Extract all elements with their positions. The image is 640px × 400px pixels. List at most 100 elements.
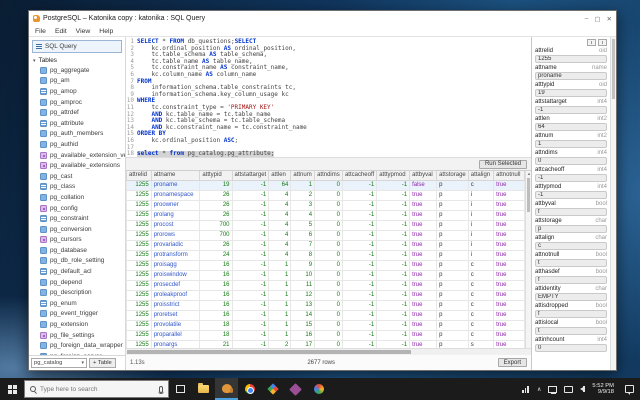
- field-value[interactable]: -1: [535, 106, 607, 114]
- sidebar-item-table[interactable]: pg_attrdef: [40, 107, 125, 118]
- file-explorer-button[interactable]: [192, 378, 215, 400]
- menu-item[interactable]: File: [35, 28, 46, 35]
- sidebar-item-table[interactable]: pg_available_extension_versions: [40, 150, 125, 161]
- field-value[interactable]: proname: [535, 72, 607, 80]
- minimize-button[interactable]: –: [585, 15, 589, 23]
- table-row[interactable]: 1255 protransform 24 -1 4 8 0 -1 -1 true…: [126, 250, 525, 261]
- column-header[interactable]: atttypmod: [376, 171, 411, 181]
- taskbar-search[interactable]: [24, 380, 169, 398]
- field-value[interactable]: -1: [535, 174, 607, 182]
- column-header[interactable]: attnotnull: [493, 171, 525, 181]
- column-header[interactable]: attrelid: [126, 171, 152, 181]
- table-row[interactable]: 1255 proretset 16 -1 1 14 0 -1 -1 true p…: [126, 310, 525, 321]
- table-row[interactable]: 1255 proleakproof 16 -1 1 12 0 -1 -1 tru…: [126, 290, 525, 301]
- sidebar-item-table[interactable]: pg_constraint: [40, 213, 125, 224]
- app-diamond-button[interactable]: [261, 378, 284, 400]
- field-value[interactable]: p: [535, 225, 607, 233]
- chrome-button[interactable]: [238, 378, 261, 400]
- table-row[interactable]: 1255 proiswindow 16 -1 1 10 0 -1 -1 true…: [126, 270, 525, 281]
- table-row[interactable]: 1255 prorows 700 -1 4 6 0 -1 -1 true p i…: [126, 230, 525, 241]
- field-value[interactable]: t: [535, 327, 607, 335]
- scroll-up-arrow[interactable]: ▲: [526, 171, 532, 176]
- column-header[interactable]: attbyval: [409, 171, 438, 181]
- sidebar-item-table[interactable]: pg_aggregate: [40, 65, 125, 76]
- sql-editor[interactable]: 1 SELECT * FROM db_questions;SELECT 2 kc.o…: [126, 37, 531, 158]
- field-value[interactable]: 1255: [535, 55, 607, 63]
- task-view-button[interactable]: [169, 378, 192, 400]
- sidebar-item-table[interactable]: pg_amop: [40, 86, 125, 97]
- add-table-button[interactable]: + Table: [89, 358, 116, 368]
- column-header[interactable]: attnum: [290, 171, 316, 181]
- table-row[interactable]: 1255 proname 19 -1 64 1 0 -1 -1 false p …: [126, 180, 525, 191]
- field-value[interactable]: 0: [535, 157, 607, 165]
- sidebar-item-table[interactable]: pg_file_settings: [40, 330, 125, 341]
- table-row[interactable]: 1255 prosecdef 16 -1 1 11 0 -1 -1 true p…: [126, 280, 525, 291]
- record-next-button[interactable]: [598, 39, 607, 46]
- table-row[interactable]: 1255 proisagg 16 -1 1 9 0 -1 -1 true p c…: [126, 260, 525, 271]
- field-value[interactable]: 19: [535, 89, 607, 97]
- sidebar-item-table[interactable]: pg_depend: [40, 277, 125, 288]
- speaker-icon[interactable]: [580, 386, 586, 392]
- scrollbar-thumb[interactable]: [612, 39, 615, 99]
- results-grid[interactable]: attrelid attname atttypid attstattarget …: [126, 171, 525, 348]
- field-value[interactable]: 64: [535, 123, 607, 131]
- sidebar-item-table[interactable]: pg_available_extensions: [40, 160, 125, 171]
- field-value[interactable]: c: [535, 242, 607, 250]
- close-button[interactable]: ✕: [607, 15, 612, 23]
- export-button[interactable]: Export: [497, 358, 527, 367]
- table-row[interactable]: 1255 pronargs 21 -1 2 17 0 -1 -1 true p …: [126, 340, 525, 348]
- title-bar[interactable]: PostgreSQL – Katonika copy : katonika : …: [29, 11, 616, 26]
- table-row[interactable]: 1255 prolang 26 -1 4 4 0 -1 -1 true p i …: [126, 210, 525, 221]
- table-row[interactable]: 1255 provariadic 26 -1 4 7 0 -1 -1 true …: [126, 240, 525, 251]
- field-value[interactable]: -1: [535, 191, 607, 199]
- sidebar-item-table[interactable]: pg_config: [40, 203, 125, 214]
- app-pinwheel-button[interactable]: [307, 378, 330, 400]
- field-value[interactable]: f: [535, 310, 607, 318]
- sidebar-item-table[interactable]: pg_foreign_data_wrapper: [40, 340, 125, 351]
- column-header[interactable]: attstorage: [436, 171, 469, 181]
- sidebar-item-table[interactable]: pg_event_trigger: [40, 309, 125, 320]
- column-header[interactable]: attstattarget: [231, 171, 270, 181]
- sidebar-item-table[interactable]: pg_authid: [40, 139, 125, 150]
- tables-section-header[interactable]: ▾ Tables: [29, 55, 125, 65]
- sidebar-item-table[interactable]: pg_cast: [40, 171, 125, 182]
- field-value[interactable]: EMPTY: [535, 293, 607, 301]
- sidebar-item-table[interactable]: pg_collation: [40, 192, 125, 203]
- maximize-button[interactable]: ▢: [594, 15, 600, 23]
- sidebar-item-table[interactable]: pg_attribute: [40, 118, 125, 129]
- table-row[interactable]: 1255 pronamespace 26 -1 4 2 0 -1 -1 true…: [126, 190, 525, 201]
- sidebar-item-table[interactable]: pg_am: [40, 76, 125, 87]
- column-header[interactable]: attalign: [467, 171, 495, 181]
- menu-item[interactable]: Edit: [55, 28, 67, 35]
- menu-item[interactable]: Help: [99, 28, 113, 35]
- field-value[interactable]: 1: [535, 140, 607, 148]
- tray-expand-chevron-icon[interactable]: ∧: [537, 386, 541, 393]
- sidebar-item-table[interactable]: pg_default_acl: [40, 266, 125, 277]
- search-input[interactable]: [40, 385, 140, 393]
- menu-item[interactable]: View: [76, 28, 91, 35]
- microphone-icon[interactable]: [158, 385, 164, 394]
- column-header[interactable]: attndims: [314, 171, 343, 181]
- visual-studio-button[interactable]: [284, 378, 307, 400]
- network-icon[interactable]: [548, 385, 558, 394]
- field-value[interactable]: f: [535, 276, 607, 284]
- postgresql-taskbar-button[interactable]: [215, 378, 238, 400]
- display-icon[interactable]: [564, 385, 574, 393]
- column-header[interactable]: attlen: [268, 171, 292, 181]
- scrollbar-thumb[interactable]: [127, 350, 411, 354]
- field-value[interactable]: 0: [535, 344, 607, 352]
- schema-select[interactable]: pg_catalog ▾: [31, 358, 87, 368]
- column-header[interactable]: atttypid: [199, 171, 233, 181]
- table-row[interactable]: 1255 proisstrict 16 -1 1 13 0 -1 -1 true…: [126, 300, 525, 311]
- performance-icon[interactable]: [522, 385, 530, 393]
- column-header[interactable]: attname: [150, 171, 201, 181]
- sidebar-item-table[interactable]: pg_cursors: [40, 235, 125, 246]
- sidebar-item-table[interactable]: pg_enum: [40, 298, 125, 309]
- table-row[interactable]: 1255 procost 700 -1 4 5 0 -1 -1 true p i…: [126, 220, 525, 231]
- sidebar-item-table[interactable]: pg_database: [40, 245, 125, 256]
- column-header[interactable]: attcacheoff: [341, 171, 378, 181]
- action-center-icon[interactable]: [625, 385, 634, 395]
- sidebar-item-table[interactable]: pg_class: [40, 182, 125, 193]
- sidebar-item-sql-query[interactable]: SQL Query: [32, 40, 122, 53]
- sidebar-item-table[interactable]: pg_db_role_setting: [40, 256, 125, 267]
